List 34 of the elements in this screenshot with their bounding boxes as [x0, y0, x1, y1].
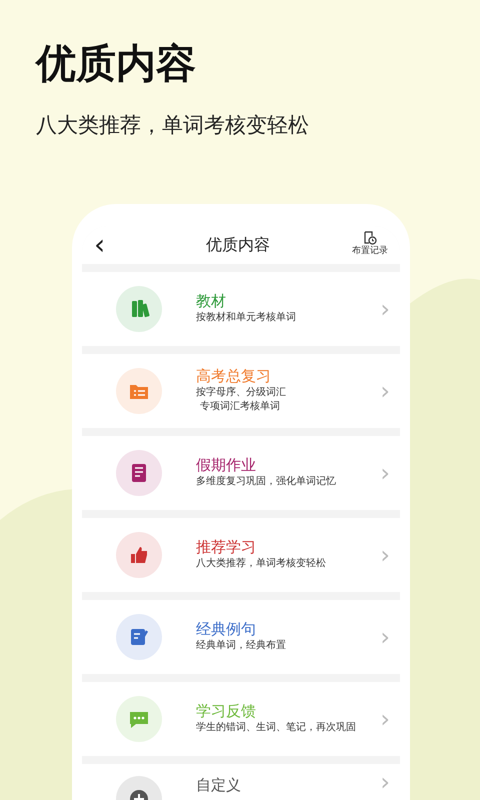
- category-title: 高考总复习: [196, 366, 272, 386]
- screen-title: 优质内容: [205, 234, 271, 256]
- category-description: 学生的错词、生词、笔记，再次巩固: [196, 721, 357, 736]
- back-button[interactable]: ‹: [94, 230, 124, 258]
- clock-document-icon: [363, 230, 377, 245]
- category-row[interactable]: 经典例句 经典单词，经典布置 ›: [82, 600, 400, 674]
- chevron-icon: ›: [380, 378, 390, 402]
- category-title: 教材: [196, 292, 227, 312]
- category-title: 假期作业: [196, 456, 257, 476]
- category-description: 专项词汇考核单词: [199, 400, 281, 414]
- category-description: 多维度复习巩固，强化单词记忆: [196, 475, 337, 490]
- tagline: 八大类推荐，单词考核变轻松: [36, 112, 310, 139]
- chevron-icon: ›: [380, 296, 390, 320]
- category-row[interactable]: 假期作业 多维度复习巩固，强化单词记忆 ›: [82, 436, 400, 510]
- chevron-icon: ›: [380, 706, 390, 730]
- chevron-icon: ›: [380, 770, 390, 794]
- category-title: 经典例句: [196, 620, 257, 640]
- category-row[interactable]: 推荐学习 八大类推荐，单词考核变轻松 ›: [82, 518, 400, 592]
- category-description: 八大类推荐，单词考核变轻松: [196, 557, 327, 572]
- category-row[interactable]: 自定义 ›: [82, 764, 400, 800]
- chevron-icon: ›: [380, 624, 390, 648]
- category-description: 按字母序、分级词汇: [196, 386, 287, 400]
- category-description: 经典单词，经典布置: [196, 639, 287, 654]
- chevron-icon: ›: [380, 460, 390, 484]
- category-row[interactable]: 教材 按教材和单元考核单词 ›: [82, 272, 400, 346]
- headline: 优质内容: [36, 40, 197, 88]
- category-row[interactable]: 高考总复习 按字母序、分级词汇 专项词汇考核单词 ›: [82, 354, 400, 428]
- category-row[interactable]: 学习反馈 学生的错词、生词、笔记，再次巩固 ›: [82, 682, 400, 756]
- assignment-record-button[interactable]: 布置记录: [352, 230, 388, 258]
- chevron-icon: ›: [380, 542, 390, 566]
- category-description: 按教材和单元考核单词: [196, 311, 297, 326]
- category-title: 学习反馈: [196, 702, 257, 722]
- category-title: 推荐学习: [196, 538, 257, 558]
- category-title: 自定义: [196, 776, 242, 795]
